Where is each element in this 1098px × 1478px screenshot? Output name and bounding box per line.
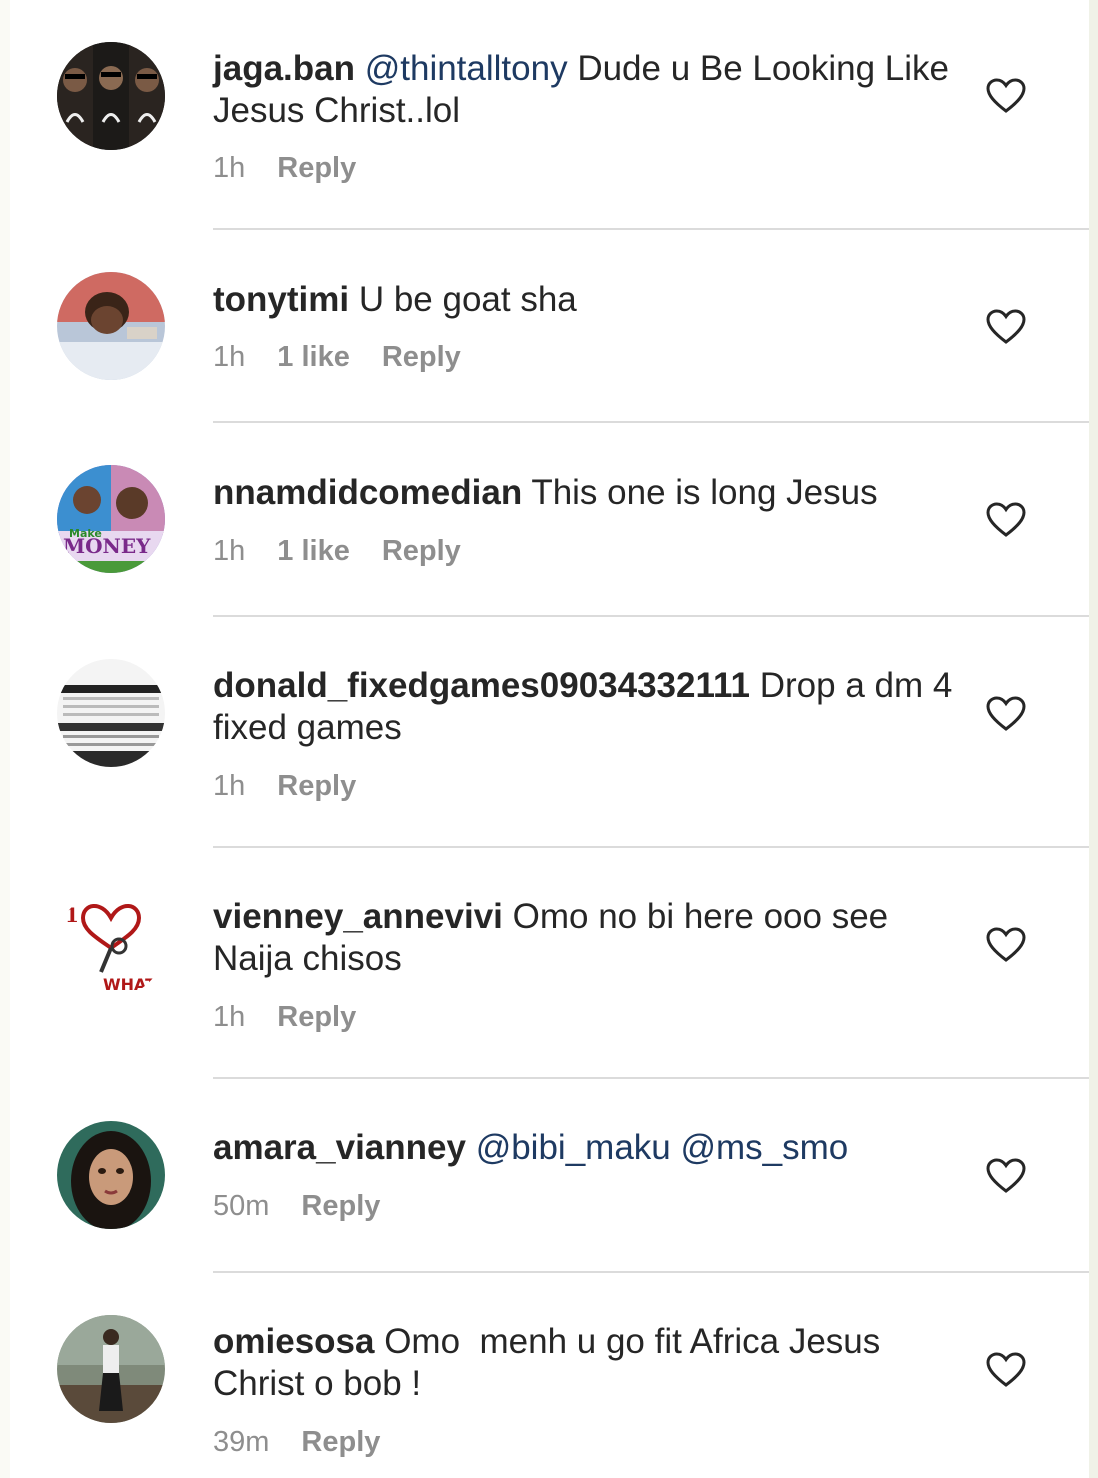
reply-button[interactable]: Reply <box>277 151 356 185</box>
heart-outline-icon[interactable] <box>986 1158 1026 1194</box>
divider <box>213 228 1089 230</box>
comment-username[interactable]: omiesosa <box>213 1322 374 1361</box>
comment-meta: 1h 1 like Reply <box>213 340 461 374</box>
comment-text: amara_vianney @bibi_maku @ms_smo <box>213 1127 973 1169</box>
heart-outline-icon[interactable] <box>986 927 1026 963</box>
comment-meta: 39m Reply <box>213 1425 380 1459</box>
comment-text: nnamdidcomedian This one is long Jesus <box>213 472 973 514</box>
reply-button[interactable]: Reply <box>277 1000 356 1034</box>
comment-username[interactable]: tonytimi <box>213 280 349 319</box>
comment-text: jaga.ban @thintalltony Dude u Be Looking… <box>213 48 973 132</box>
comment-time: 1h <box>213 152 246 184</box>
comment-username[interactable]: vienney_annevivi <box>213 897 503 936</box>
avatar[interactable] <box>57 659 165 767</box>
divider <box>213 1077 1089 1079</box>
comment-time: 1h <box>213 770 246 802</box>
scroll-edge <box>1089 0 1098 1478</box>
divider <box>213 846 1089 848</box>
comment-meta: 1h 1 like Reply <box>213 534 461 568</box>
heart-outline-icon[interactable] <box>986 309 1026 345</box>
divider <box>213 421 1089 423</box>
avatar[interactable] <box>57 42 165 150</box>
avatar[interactable] <box>57 1121 165 1229</box>
avatar[interactable] <box>57 1315 165 1423</box>
comments-panel: jaga.ban @thintalltony Dude u Be Looking… <box>10 0 1089 1478</box>
reply-button[interactable]: Reply <box>382 534 461 568</box>
comment-time: 1h <box>213 535 246 567</box>
heart-outline-icon[interactable] <box>986 696 1026 732</box>
comment-text: omiesosa Omo menh u go fit Africa Jesus … <box>213 1321 973 1405</box>
comment-meta: 1h Reply <box>213 1000 356 1034</box>
comment-body: This one is long Jesus <box>531 473 878 512</box>
comment-username[interactable]: jaga.ban <box>213 49 355 88</box>
avatar-logo-text: MONEY <box>63 534 151 558</box>
likes-count[interactable]: 1 like <box>277 340 350 374</box>
comment-username[interactable]: donald_fixedgames09034332111 <box>213 666 750 705</box>
reply-button[interactable]: Reply <box>301 1189 380 1223</box>
svg-text:1: 1 <box>65 903 79 927</box>
comment-meta: 1h Reply <box>213 151 356 185</box>
comment-time: 50m <box>213 1190 270 1222</box>
comment-mention[interactable]: @thintalltony <box>365 49 568 88</box>
heart-outline-icon[interactable] <box>986 78 1026 114</box>
comment-mention[interactable]: @ms_smo <box>681 1128 849 1167</box>
heart-outline-icon[interactable] <box>986 502 1026 538</box>
avatar[interactable]: 1 WHAT I D <box>57 890 165 998</box>
reply-button[interactable]: Reply <box>277 769 356 803</box>
comment-username[interactable]: nnamdidcomedian <box>213 473 522 512</box>
avatar[interactable]: Make MONEY <box>57 465 165 573</box>
comment-time: 1h <box>213 341 246 373</box>
avatar-logo-text: WHAT I D <box>103 975 165 994</box>
heart-outline-icon[interactable] <box>986 1352 1026 1388</box>
comment-text: vienney_annevivi Omo no bi here ooo see … <box>213 896 973 980</box>
comment-text: tonytimi U be goat sha <box>213 279 973 321</box>
comment-meta: 50m Reply <box>213 1189 380 1223</box>
comment-time: 39m <box>213 1426 270 1458</box>
comment-body: U be goat sha <box>358 280 577 319</box>
comment-time: 1h <box>213 1001 246 1033</box>
reply-button[interactable]: Reply <box>382 340 461 374</box>
comment-username[interactable]: amara_vianney <box>213 1128 466 1167</box>
avatar[interactable] <box>57 272 165 380</box>
comment-mention[interactable]: @bibi_maku <box>476 1128 671 1167</box>
comment-text: donald_fixedgames09034332111 Drop a dm 4… <box>213 665 973 749</box>
divider <box>213 615 1089 617</box>
divider <box>213 1271 1089 1273</box>
comment-meta: 1h Reply <box>213 769 356 803</box>
likes-count[interactable]: 1 like <box>277 534 350 568</box>
reply-button[interactable]: Reply <box>301 1425 380 1459</box>
